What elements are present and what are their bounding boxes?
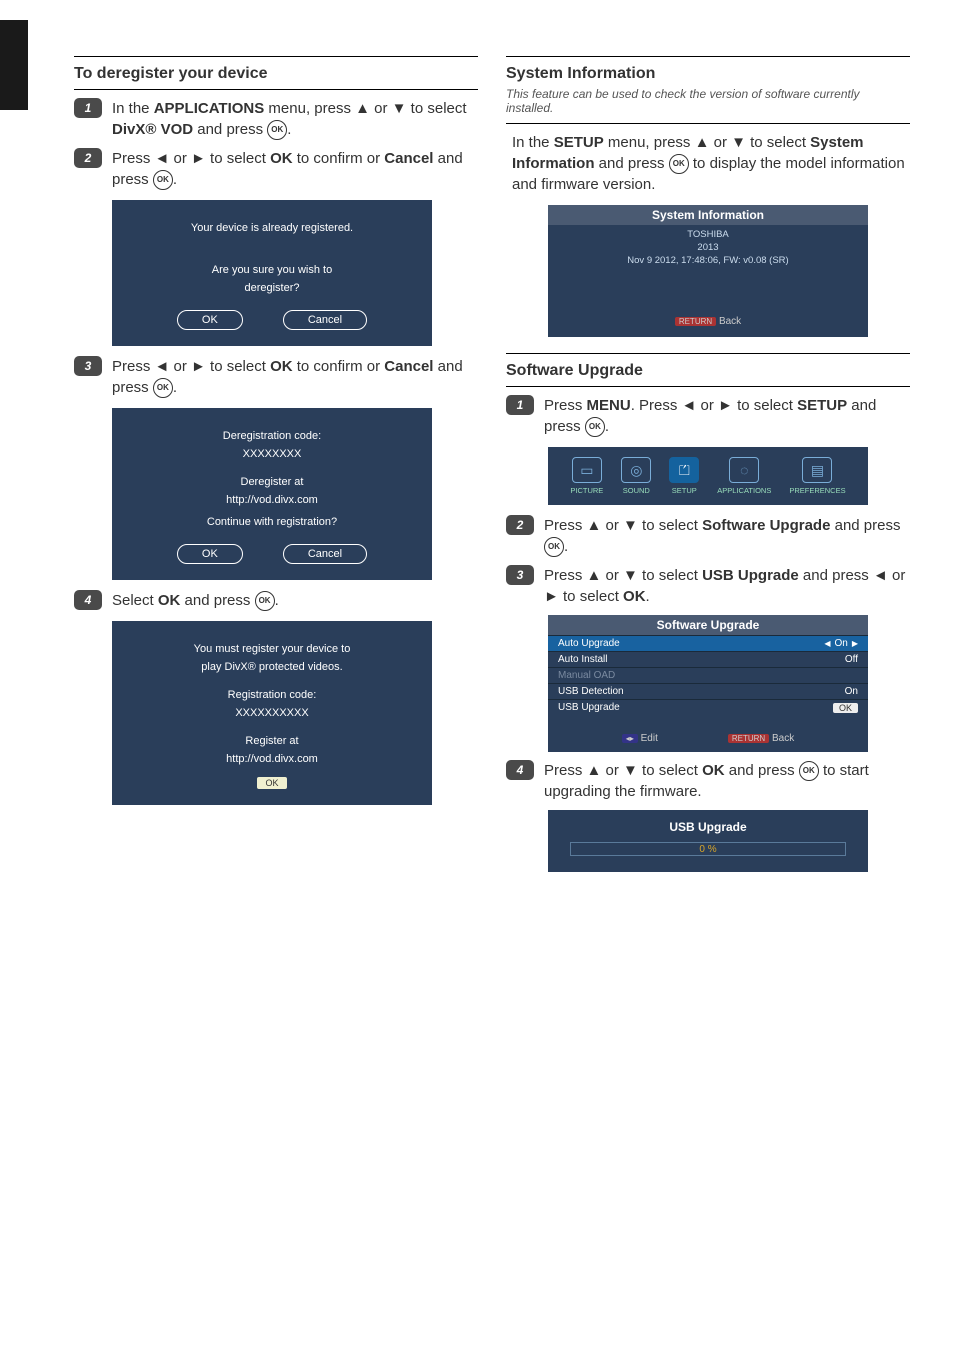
tv-dialog-register: You must register your device to play Di…	[112, 621, 432, 805]
info-brand: TOSHIBA	[548, 229, 868, 240]
menu-bar: ▭PICTURE ◎SOUND ⏍SETUP ◌APPLICATIONS ▤PR…	[548, 447, 868, 505]
table-row-auto-install[interactable]: Auto InstallOff	[548, 651, 868, 667]
ok-icon: OK	[544, 537, 564, 557]
usb-title: USB Upgrade	[558, 820, 858, 834]
usb-upgrade-box: USB Upgrade 0 %	[548, 810, 868, 872]
left-step-2: 2 Press ◄ or ► to select OK to confirm o…	[74, 148, 478, 190]
page-content: To deregister your device 1 In the APPLI…	[0, 0, 954, 908]
right-step-4: 4 Press ▲ or ▼ to select OK and press OK…	[506, 760, 910, 802]
back-label: Back	[719, 316, 741, 327]
step-text: Press ◄ or ► to select OK to confirm or …	[112, 148, 478, 190]
dialog-line: Deregister at	[124, 476, 420, 488]
dialog-line: XXXXXXXX	[124, 448, 420, 460]
dialog-line: http://vod.divx.com	[124, 753, 420, 765]
step-text: Select OK and press OK.	[112, 590, 478, 611]
ok-icon: OK	[255, 591, 275, 611]
left-step-4: 4 Select OK and press OK.	[74, 590, 478, 611]
dialog-line: Deregistration code:	[124, 430, 420, 442]
cancel-button[interactable]: Cancel	[283, 544, 367, 564]
step-badge: 4	[506, 760, 534, 780]
ok-icon: OK	[153, 170, 173, 190]
menu-item-setup[interactable]: ⏍SETUP	[669, 457, 699, 495]
cancel-button[interactable]: Cancel	[283, 310, 367, 330]
menu-item-preferences[interactable]: ▤PREFERENCES	[789, 457, 845, 495]
dialog-line: deregister?	[124, 282, 420, 294]
dialog-line: Register at	[124, 735, 420, 747]
right-step-3: 3 Press ▲ or ▼ to select USB Upgrade and…	[506, 565, 910, 607]
dialog-line: Continue with registration?	[124, 516, 420, 528]
dialog-line: Your device is already registered.	[124, 222, 420, 234]
step-text: Press ▲ or ▼ to select USB Upgrade and p…	[544, 565, 910, 607]
ok-icon: OK	[267, 120, 287, 140]
menu-item-applications[interactable]: ◌APPLICATIONS	[717, 457, 771, 495]
table-row-manual-oad: Manual OAD	[548, 667, 868, 683]
step-badge: 3	[506, 565, 534, 585]
picture-icon: ▭	[572, 457, 602, 483]
progress-percent: 0 %	[571, 844, 845, 855]
left-step-1: 1 In the APPLICATIONS menu, press ▲ or ▼…	[74, 98, 478, 140]
right-section1-title: System Information	[506, 65, 910, 83]
system-info-box: System Information TOSHIBA 2013 Nov 9 20…	[548, 205, 868, 337]
step-text: Press MENU. Press ◄ or ► to select SETUP…	[544, 395, 910, 437]
info-fw: Nov 9 2012, 17:48:06, FW: v0.08 (SR)	[548, 255, 868, 266]
table-row-usb-upgrade[interactable]: USB UpgradeOK	[548, 699, 868, 715]
tv-dialog-deregister-confirm: Your device is already registered. Are y…	[112, 200, 432, 346]
step-badge: 2	[506, 515, 534, 535]
tv-dialog-dereg-code: Deregistration code: XXXXXXXX Deregister…	[112, 408, 432, 580]
right-sec1-step: In the SETUP menu, press ▲ or ▼ to selec…	[506, 132, 910, 195]
step-badge: 3	[74, 356, 102, 376]
ok-icon: OK	[799, 761, 819, 781]
ok-icon: OK	[669, 154, 689, 174]
dialog-line: Registration code:	[124, 689, 420, 701]
dialog-line: http://vod.divx.com	[124, 494, 420, 506]
right-column: System Information This feature can be u…	[492, 50, 924, 878]
ok-button[interactable]: OK	[177, 544, 243, 564]
table-title: Software Upgrade	[548, 615, 868, 635]
dialog-line: XXXXXXXXXX	[124, 707, 420, 719]
edit-label: Edit	[641, 733, 658, 744]
menu-item-picture[interactable]: ▭PICTURE	[570, 457, 603, 495]
right-section1-sub: This feature can be used to check the ve…	[506, 87, 910, 115]
left-section-title: To deregister your device	[74, 65, 478, 83]
menu-item-sound[interactable]: ◎SOUND	[621, 457, 651, 495]
step-text: Press ▲ or ▼ to select OK and press OK t…	[544, 760, 910, 802]
step-text: In the SETUP menu, press ▲ or ▼ to selec…	[512, 132, 910, 195]
software-upgrade-table: Software Upgrade Auto Upgrade ◀On▶ Auto …	[548, 615, 868, 752]
setup-icon: ⏍	[669, 457, 699, 483]
edit-tag: ◂▸	[622, 734, 638, 743]
right-section2-title: Software Upgrade	[506, 362, 910, 380]
right-step-2: 2 Press ▲ or ▼ to select Software Upgrad…	[506, 515, 910, 557]
dialog-line: play DivX® protected videos.	[124, 661, 420, 673]
ok-button[interactable]: OK	[257, 777, 286, 789]
back-label: Back	[772, 733, 794, 744]
chevron-right-icon: ▶	[852, 639, 858, 648]
preferences-icon: ▤	[802, 457, 832, 483]
return-tag: RETURN	[728, 734, 769, 743]
right-step-1: 1 Press MENU. Press ◄ or ► to select SET…	[506, 395, 910, 437]
ok-icon: OK	[153, 378, 173, 398]
progress-bar: 0 %	[570, 842, 846, 856]
step-badge: 1	[506, 395, 534, 415]
dialog-line: You must register your device to	[124, 643, 420, 655]
ok-button[interactable]: OK	[177, 310, 243, 330]
step-text: Press ◄ or ► to select OK to confirm or …	[112, 356, 478, 398]
chevron-left-icon: ◀	[824, 639, 830, 648]
table-row-usb-detection[interactable]: USB DetectionOn	[548, 683, 868, 699]
step-text: Press ▲ or ▼ to select Software Upgrade …	[544, 515, 910, 557]
ok-icon: OK	[585, 417, 605, 437]
left-step-3: 3 Press ◄ or ► to select OK to confirm o…	[74, 356, 478, 398]
step-text: In the APPLICATIONS menu, press ▲ or ▼ t…	[112, 98, 478, 140]
dialog-line: Are you sure you wish to	[124, 264, 420, 276]
info-title: System Information	[548, 205, 868, 225]
left-column: To deregister your device 1 In the APPLI…	[60, 50, 492, 878]
sound-icon: ◎	[621, 457, 651, 483]
return-tag: RETURN	[675, 317, 716, 326]
step-badge: 1	[74, 98, 102, 118]
step-badge: 4	[74, 590, 102, 610]
info-year: 2013	[548, 242, 868, 253]
page-tab	[0, 20, 28, 110]
step-badge: 2	[74, 148, 102, 168]
table-row-auto-upgrade[interactable]: Auto Upgrade ◀On▶	[548, 635, 868, 651]
applications-icon: ◌	[729, 457, 759, 483]
